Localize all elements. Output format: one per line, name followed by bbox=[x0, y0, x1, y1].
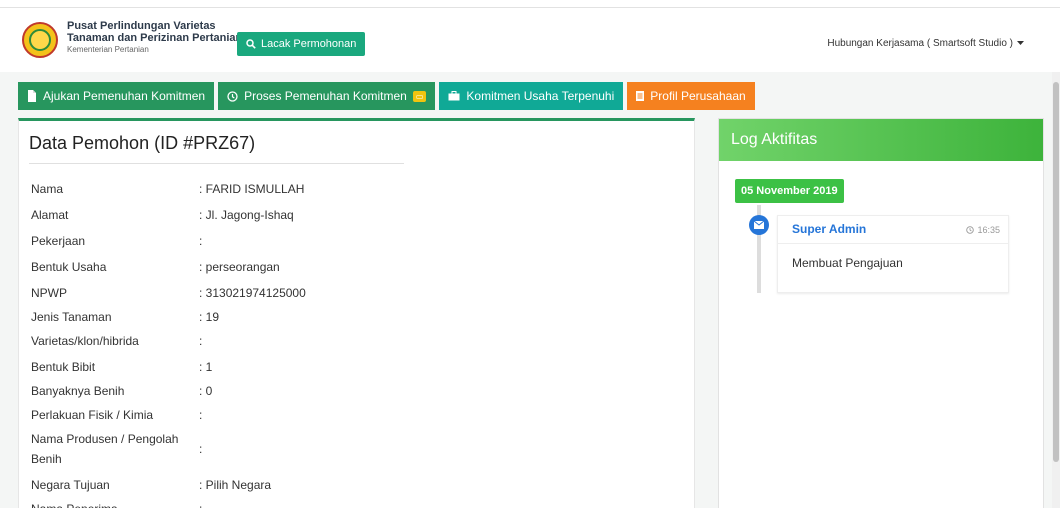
tab-label: Proses Pemenuhan Komitmen bbox=[244, 89, 407, 103]
field-value: : bbox=[199, 408, 203, 422]
caret-down-icon bbox=[1017, 41, 1024, 45]
brand-text[interactable]: Pusat Perlindungan Varietas Tanaman dan … bbox=[67, 20, 242, 55]
log-title: Log Aktifitas bbox=[719, 119, 1043, 161]
log-date-badge: 05 November 2019 bbox=[735, 179, 844, 203]
field-value: : 19 bbox=[199, 310, 220, 324]
field-value: : perseorangan bbox=[199, 260, 280, 274]
user-menu-label: Hubungan Kerjasama ( Smartsoft Studio ) bbox=[827, 38, 1013, 49]
field-label: Bentuk Usaha bbox=[31, 260, 107, 274]
org-name-line2: Tanaman dan Perizinan Pertanian bbox=[67, 32, 243, 44]
log-author[interactable]: Super Admin bbox=[792, 222, 866, 236]
track-application-button[interactable]: Lacak Permohonan bbox=[237, 32, 366, 56]
field-value: : bbox=[199, 442, 203, 456]
tab-label: Profil Perusahaan bbox=[650, 89, 746, 103]
briefcase-icon bbox=[448, 91, 460, 101]
tab-label: Komitmen Usaha Terpenuhi bbox=[466, 89, 615, 103]
org-name-line1: Pusat Perlindungan Varietas bbox=[67, 20, 216, 32]
tab-process-commitment[interactable]: Proses Pemenuhan Komitmen ▭ bbox=[218, 82, 436, 110]
clock-icon bbox=[227, 90, 238, 102]
scrollbar-thumb[interactable] bbox=[1053, 82, 1059, 462]
field-value: : 1 bbox=[199, 360, 213, 374]
org-ministry: Kementerian Pertanian bbox=[67, 45, 149, 54]
timeline-item: Super Admin 16:35 Membuat Pengajuan bbox=[777, 215, 1009, 293]
document-icon bbox=[636, 91, 645, 101]
field-value: : 0 bbox=[199, 384, 213, 398]
tab-label: Ajukan Pemenuhan Komitmen bbox=[43, 89, 206, 103]
field-label: Pekerjaan bbox=[31, 234, 86, 248]
activity-log-card: Log Aktifitas 05 November 2019 Super Adm… bbox=[718, 118, 1044, 508]
field-label: Nama bbox=[31, 182, 64, 196]
field-value: : FARID ISMULLAH bbox=[199, 182, 305, 196]
tab-commitment-fulfilled[interactable]: Komitmen Usaha Terpenuhi bbox=[439, 82, 624, 110]
top-border bbox=[0, 0, 1060, 8]
field-label: Nama Produsen / Pengolah Benih bbox=[31, 432, 179, 466]
field-value: : 313021974125000 bbox=[199, 286, 306, 300]
clock-icon bbox=[966, 226, 975, 234]
comment-badge-icon: ▭ bbox=[412, 90, 427, 102]
log-time-text: 16:35 bbox=[977, 225, 1000, 235]
file-icon bbox=[28, 90, 36, 102]
field-label: Nama Penerima bbox=[31, 499, 191, 508]
field-value: : bbox=[199, 334, 203, 348]
page-title: Data Pemohon (ID #PRZ67) bbox=[29, 133, 256, 153]
field-label: Banyaknya Benih bbox=[31, 384, 125, 398]
tab-submit-commitment[interactable]: Ajukan Pemenuhan Komitmen bbox=[18, 82, 215, 110]
field-label: Varietas/klon/hibrida bbox=[31, 334, 139, 348]
app-header: Pusat Perlindungan Varietas Tanaman dan … bbox=[0, 8, 1060, 72]
page-scrollbar[interactable] bbox=[1052, 72, 1060, 508]
field-label: Perlakuan Fisik / Kimia bbox=[31, 408, 154, 422]
timeline-divider bbox=[778, 243, 1008, 244]
field-value: : bbox=[199, 234, 203, 248]
field-label: Alamat bbox=[31, 208, 69, 222]
title-divider bbox=[29, 163, 404, 164]
field-label: NPWP bbox=[31, 286, 67, 300]
tab-company-profile[interactable]: Profil Perusahaan bbox=[627, 82, 755, 110]
field-label: Negara Tujuan bbox=[31, 478, 110, 492]
envelope-icon bbox=[749, 215, 769, 235]
applicant-data-card: Data Pemohon (ID #PRZ67) Nama : FARID IS… bbox=[18, 118, 695, 508]
field-label: Bentuk Bibit bbox=[31, 360, 96, 374]
log-time: 16:35 bbox=[966, 225, 1000, 235]
log-message: Membuat Pengajuan bbox=[792, 256, 903, 270]
user-menu[interactable]: Hubungan Kerjasama ( Smartsoft Studio ) bbox=[827, 38, 1024, 49]
action-tabs: Ajukan Pemenuhan Komitmen Proses Pemenuh… bbox=[18, 82, 755, 110]
search-icon bbox=[246, 39, 256, 49]
field-value: : Pilih Negara bbox=[199, 478, 272, 492]
track-button-label: Lacak Permohonan bbox=[261, 38, 357, 50]
ministry-logo-icon bbox=[22, 22, 58, 58]
field-label: Jenis Tanaman bbox=[31, 310, 112, 324]
field-value: : bbox=[199, 499, 499, 508]
field-value: : Jl. Jagong-Ishaq bbox=[199, 208, 294, 222]
